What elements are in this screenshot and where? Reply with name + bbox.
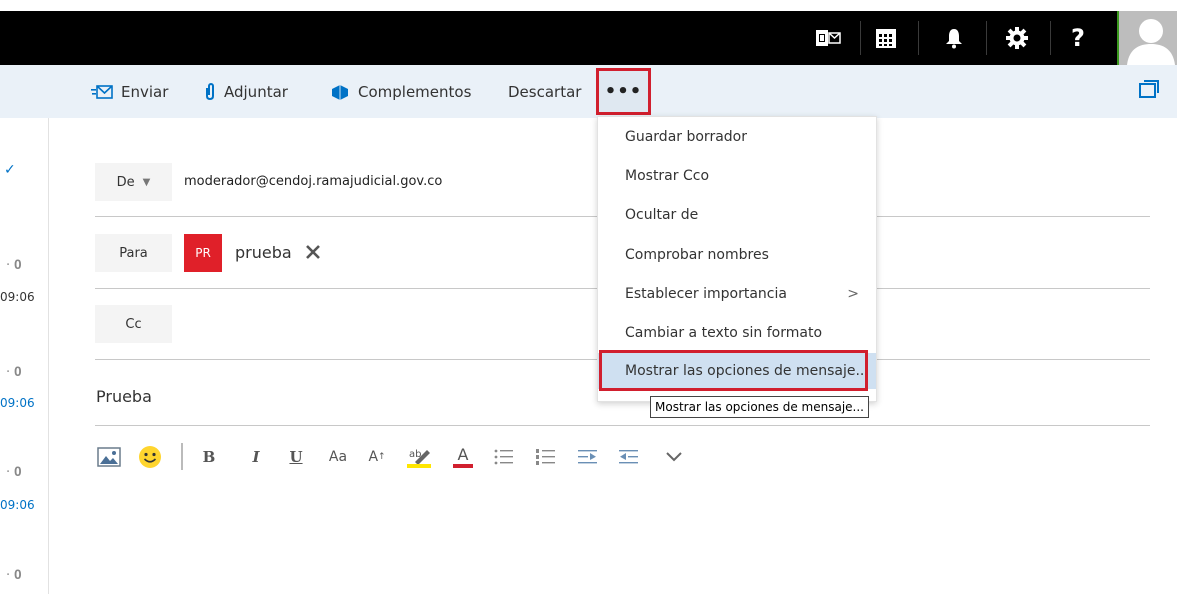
- command-bar: [0, 65, 1177, 118]
- chevron-right-icon: >: [847, 286, 859, 302]
- highlight-frame: [599, 350, 868, 391]
- font-color-label: A: [457, 445, 469, 464]
- insert-picture-icon[interactable]: [96, 444, 122, 470]
- chevron-down-icon: ▼: [142, 176, 151, 188]
- highlight-icon[interactable]: ab: [404, 444, 434, 470]
- recipient-avatar: PR: [184, 234, 222, 272]
- chevron-down-icon[interactable]: [663, 444, 685, 470]
- outlook-icon[interactable]: [808, 11, 848, 65]
- popout-icon[interactable]: [1139, 80, 1159, 98]
- send-icon: [91, 84, 113, 99]
- font-color-button[interactable]: A: [451, 444, 475, 470]
- paperclip-icon: · 𝟎: [6, 258, 22, 273]
- more-actions-button[interactable]: •••: [596, 68, 651, 115]
- paperclip-icon: · 𝟎: [6, 568, 22, 583]
- menu-item-label: Establecer importancia: [625, 286, 787, 302]
- subject-field[interactable]: Prueba: [96, 387, 152, 406]
- avatar[interactable]: [1119, 11, 1177, 65]
- bell-icon[interactable]: [934, 11, 974, 65]
- numbering-icon[interactable]: [535, 444, 557, 470]
- font-size-button[interactable]: Aa: [324, 444, 352, 470]
- outdent-icon[interactable]: [618, 444, 640, 470]
- emoji-icon[interactable]: [137, 444, 163, 470]
- send-label: Enviar: [121, 82, 169, 101]
- message-time: 09:06: [0, 498, 35, 512]
- gear-icon[interactable]: [997, 11, 1037, 65]
- font-color-swatch: [453, 464, 473, 468]
- addins-button[interactable]: Complementos: [330, 65, 471, 118]
- menu-item-set-importance[interactable]: Establecer importancia >: [598, 276, 876, 312]
- help-icon[interactable]: ?: [1058, 11, 1098, 65]
- paperclip-icon: · 𝟎: [6, 365, 22, 380]
- to-label: Para: [119, 245, 148, 261]
- tooltip: Mostrar las opciones de mensaje...: [650, 396, 869, 418]
- menu-item-check-names[interactable]: Comprobar nombres: [598, 237, 876, 273]
- menu-item-show-bcc[interactable]: Mostrar Cco: [598, 158, 876, 194]
- from-address: moderador@cendoj.ramajudicial.gov.co: [184, 174, 443, 189]
- message-time: 09:06: [0, 396, 35, 410]
- addins-label: Complementos: [358, 82, 472, 101]
- discard-button[interactable]: Descartar: [508, 65, 581, 118]
- attach-button[interactable]: Adjuntar: [204, 65, 288, 118]
- bullets-icon[interactable]: [493, 444, 515, 470]
- italic-button[interactable]: I: [245, 444, 267, 470]
- paperclip-icon: [204, 82, 216, 101]
- attach-label: Adjuntar: [224, 82, 288, 101]
- top-bar: ?: [0, 11, 1177, 65]
- cc-label: Cc: [125, 316, 142, 332]
- send-button[interactable]: Enviar: [91, 65, 168, 118]
- grow-arrow-icon: ↑: [378, 452, 386, 462]
- underline-button[interactable]: U: [285, 444, 307, 470]
- menu-item-plain-text[interactable]: Cambiar a texto sin formato: [598, 315, 876, 351]
- paperclip-icon: · 𝟎: [6, 465, 22, 480]
- message-time: 09:06: [0, 290, 35, 304]
- from-button[interactable]: De ▼: [95, 163, 172, 201]
- divider: [95, 425, 1150, 426]
- toolbar-divider: [181, 443, 183, 470]
- discard-label: Descartar: [508, 82, 582, 101]
- addins-icon: [330, 83, 350, 101]
- grow-font-button[interactable]: A ↑: [366, 444, 388, 470]
- to-button[interactable]: Para: [95, 234, 172, 272]
- menu-item-hide-from[interactable]: Ocultar de: [598, 197, 876, 233]
- check-icon: ✓: [4, 162, 16, 178]
- menu-item-save-draft[interactable]: Guardar borrador: [598, 119, 876, 155]
- calendar-icon[interactable]: [866, 11, 906, 65]
- cc-button[interactable]: Cc: [95, 305, 172, 343]
- from-label: De: [116, 174, 135, 190]
- grow-font-label: A: [368, 449, 379, 465]
- recipient-name: prueba: [235, 243, 292, 262]
- remove-recipient-icon[interactable]: [305, 244, 321, 260]
- indent-icon[interactable]: [577, 444, 599, 470]
- message-list-pane: ✓ · 𝟎 09:06 · 𝟎 09:06 · 𝟎 09:06 · 𝟎: [0, 118, 49, 594]
- bold-button[interactable]: B: [198, 444, 220, 470]
